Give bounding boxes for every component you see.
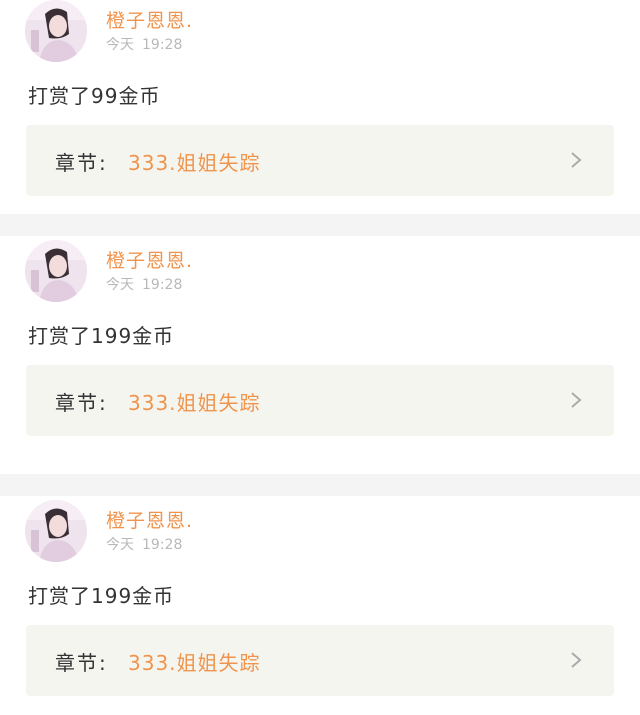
avatar[interactable]	[25, 0, 87, 62]
username[interactable]: 橙子恩恩.	[106, 506, 193, 533]
post-clock: 19:28	[142, 537, 183, 553]
post-time: 今天 19:28	[106, 534, 182, 554]
post-time: 今天 19:28	[106, 274, 182, 294]
chapter-link[interactable]: 章节: 333.姐姐失踪	[26, 125, 614, 196]
reward-post: 橙子恩恩. 今天 19:28 打赏了99金币 章节: 333.姐姐失踪	[0, 0, 640, 214]
chapter-label: 章节:	[55, 391, 108, 415]
chapter-link[interactable]: 章节: 333.姐姐失踪	[26, 625, 614, 696]
reward-feed: 橙子恩恩. 今天19:28 打赏了99金币 章节: 333.姐姐失踪 橙子恩恩	[0, 0, 640, 715]
chapter-label: 章节:	[55, 651, 108, 675]
avatar[interactable]	[25, 500, 87, 562]
reward-text: 打赏了199金币	[28, 324, 175, 348]
chevron-right-icon	[571, 652, 582, 668]
post-clock: 19:28	[142, 37, 183, 53]
post-day: 今天	[106, 277, 134, 293]
post-day: 今天	[106, 37, 134, 53]
chapter-title: 333.姐姐失踪	[128, 651, 261, 675]
reward-post: 橙子恩恩. 今天 19:28 打赏了199金币 章节: 333.姐姐失踪	[0, 238, 640, 454]
post-clock: 19:28	[142, 277, 183, 293]
reward-text: 打赏了199金币	[28, 584, 175, 608]
avatar-image	[25, 500, 87, 562]
post-day: 今天	[106, 537, 134, 553]
username[interactable]: 橙子恩恩.	[106, 246, 193, 273]
reward-post: 橙子恩恩. 今天 19:28 打赏了199金币 章节: 333.姐姐失踪	[0, 498, 640, 714]
chapter-title: 333.姐姐失踪	[128, 391, 261, 415]
chevron-right-icon	[571, 152, 582, 168]
post-time: 今天 19:28	[106, 34, 182, 54]
chevron-right-icon	[571, 392, 582, 408]
avatar[interactable]	[25, 240, 87, 302]
avatar-image	[25, 0, 87, 62]
section-divider	[0, 474, 640, 496]
chapter-title: 333.姐姐失踪	[128, 151, 261, 175]
section-divider	[0, 214, 640, 236]
avatar-image	[25, 240, 87, 302]
chapter-link[interactable]: 章节: 333.姐姐失踪	[26, 365, 614, 436]
username[interactable]: 橙子恩恩.	[106, 6, 193, 33]
chapter-label: 章节:	[55, 151, 108, 175]
reward-text: 打赏了99金币	[28, 84, 161, 108]
